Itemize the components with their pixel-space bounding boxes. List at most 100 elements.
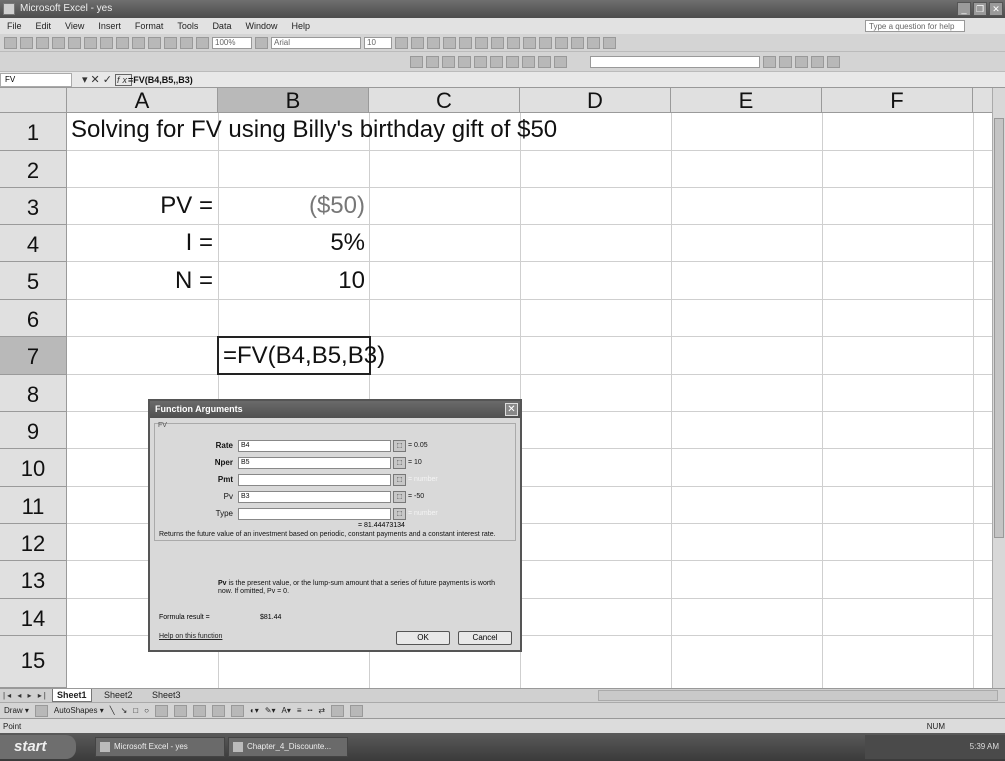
- autosum-icon[interactable]: [180, 36, 193, 49]
- arrow-style-icon[interactable]: ⇄: [318, 706, 325, 715]
- rectangle-icon[interactable]: □: [133, 706, 138, 715]
- picture-icon[interactable]: [230, 704, 244, 717]
- toolbar-btn-icon[interactable]: [522, 55, 535, 68]
- toolbar-btn-icon[interactable]: [779, 55, 792, 68]
- dropdown-icon[interactable]: ▾: [82, 74, 91, 86]
- currency-icon[interactable]: [507, 36, 520, 49]
- toolbar-btn-icon[interactable]: [538, 55, 551, 68]
- taskbar-item-excel[interactable]: Microsoft Excel - yes: [95, 737, 225, 757]
- toolbar-btn-icon[interactable]: [458, 55, 471, 68]
- row-header-2[interactable]: 2: [0, 151, 67, 188]
- column-header-c[interactable]: C: [369, 88, 520, 113]
- arg-nper-input[interactable]: B5: [238, 457, 391, 469]
- arg-rate-input[interactable]: B4: [238, 440, 391, 452]
- copy-icon[interactable]: [100, 36, 113, 49]
- oval-icon[interactable]: ○: [144, 706, 149, 715]
- column-header-a[interactable]: A: [67, 88, 218, 113]
- autoshapes-menu[interactable]: AutoShapes ▾: [54, 706, 104, 715]
- toolbar-btn-icon[interactable]: [763, 55, 776, 68]
- bold-icon[interactable]: [395, 36, 408, 49]
- paste-icon[interactable]: [116, 36, 129, 49]
- toolbar-btn-icon[interactable]: [474, 55, 487, 68]
- minimize-icon[interactable]: _: [957, 2, 971, 16]
- sheet-nav-icons[interactable]: |◂ ◂ ▸ ▸|: [3, 689, 48, 703]
- line-style-icon[interactable]: ≡: [297, 706, 302, 715]
- restore-icon[interactable]: ❐: [973, 2, 987, 16]
- active-cell-b7[interactable]: =FV(B4,B5,B3): [217, 336, 385, 375]
- cell-b3-pv[interactable]: ($50): [218, 192, 365, 220]
- font-select[interactable]: Arial: [271, 36, 361, 49]
- collapse-dialog-icon[interactable]: ⬚: [393, 457, 406, 469]
- select-all-corner[interactable]: [0, 88, 67, 113]
- tab-sheet1[interactable]: Sheet1: [52, 689, 92, 702]
- toolbar-btn-icon[interactable]: [827, 55, 840, 68]
- cell-a5-label[interactable]: N =: [67, 267, 213, 295]
- column-header-g[interactable]: [973, 88, 992, 113]
- row-header-4[interactable]: 4: [0, 225, 67, 262]
- line-icon[interactable]: ╲: [110, 706, 115, 715]
- formula-input[interactable]: =FV(B4,B5,,B3): [128, 72, 193, 88]
- toolbar-btn-icon[interactable]: [410, 55, 423, 68]
- row-header-3[interactable]: 3: [0, 188, 67, 225]
- row-header-13[interactable]: 13: [0, 561, 67, 599]
- arg-pv-input[interactable]: B3: [238, 491, 391, 503]
- column-header-f[interactable]: F: [822, 88, 973, 113]
- borders-icon[interactable]: [571, 36, 584, 49]
- close-icon[interactable]: ✕: [505, 403, 518, 416]
- ok-button[interactable]: OK: [396, 631, 450, 645]
- row-header-8[interactable]: 8: [0, 375, 67, 412]
- arg-pmt-input[interactable]: [238, 474, 391, 486]
- cell-b4-rate[interactable]: 5%: [218, 229, 365, 257]
- zoom-select[interactable]: 100%: [212, 36, 252, 49]
- menu-edit[interactable]: Edit: [29, 18, 59, 34]
- font-color-icon[interactable]: [603, 36, 616, 49]
- arrow-icon[interactable]: ↘: [121, 706, 128, 715]
- row-header-10[interactable]: 10: [0, 449, 67, 487]
- 3d-icon[interactable]: [350, 704, 364, 717]
- tab-sheet2[interactable]: Sheet2: [100, 689, 137, 702]
- collapse-dialog-icon[interactable]: ⬚: [393, 491, 406, 503]
- cell-a1-title[interactable]: Solving for FV using Billy's birthday gi…: [71, 116, 557, 144]
- italic-icon[interactable]: [411, 36, 424, 49]
- print-icon[interactable]: [52, 36, 65, 49]
- collapse-dialog-icon[interactable]: ⬚: [393, 474, 406, 486]
- arg-type-input[interactable]: [238, 508, 391, 520]
- row-header-9[interactable]: 9: [0, 412, 67, 449]
- percent-icon[interactable]: [523, 36, 536, 49]
- fill-color-icon[interactable]: ◐▾: [250, 706, 259, 715]
- menu-format[interactable]: Format: [128, 18, 171, 34]
- menu-window[interactable]: Window: [238, 18, 284, 34]
- open-icon[interactable]: [20, 36, 33, 49]
- row-header-15[interactable]: 15: [0, 636, 67, 688]
- spell-icon[interactable]: [68, 36, 81, 49]
- undo-icon[interactable]: [132, 36, 145, 49]
- clipart-icon[interactable]: [211, 704, 225, 717]
- enter-icon[interactable]: ✓: [103, 74, 115, 86]
- font-color-icon[interactable]: A▾: [282, 706, 291, 715]
- cut-icon[interactable]: [84, 36, 97, 49]
- row-header-1[interactable]: 1: [0, 113, 67, 151]
- help-icon[interactable]: [255, 36, 268, 49]
- menu-data[interactable]: Data: [205, 18, 238, 34]
- draw-menu[interactable]: Draw ▾: [4, 706, 29, 715]
- align-center-icon[interactable]: [459, 36, 472, 49]
- taskbar-item-chapter[interactable]: Chapter_4_Discounte...: [228, 737, 348, 757]
- cell-a4-label[interactable]: I =: [67, 229, 213, 257]
- menu-help[interactable]: Help: [284, 18, 317, 34]
- start-button[interactable]: start: [0, 735, 76, 759]
- row-header-6[interactable]: 6: [0, 300, 67, 337]
- fill-color-icon[interactable]: [587, 36, 600, 49]
- select-objects-icon[interactable]: [34, 704, 48, 717]
- dialog-title[interactable]: Function Arguments: [150, 401, 520, 418]
- merge-icon[interactable]: [491, 36, 504, 49]
- shadow-icon[interactable]: [331, 704, 345, 717]
- align-right-icon[interactable]: [475, 36, 488, 49]
- wordart-icon[interactable]: [173, 704, 187, 717]
- cell-b7-formula[interactable]: =FV(B4,B5,B3): [223, 342, 385, 370]
- help-question-input[interactable]: Type a question for help: [865, 20, 965, 32]
- help-on-function-link[interactable]: Help on this function: [159, 633, 222, 640]
- menu-insert[interactable]: Insert: [91, 18, 128, 34]
- new-icon[interactable]: [4, 36, 17, 49]
- column-header-d[interactable]: D: [520, 88, 671, 113]
- column-header-e[interactable]: E: [671, 88, 822, 113]
